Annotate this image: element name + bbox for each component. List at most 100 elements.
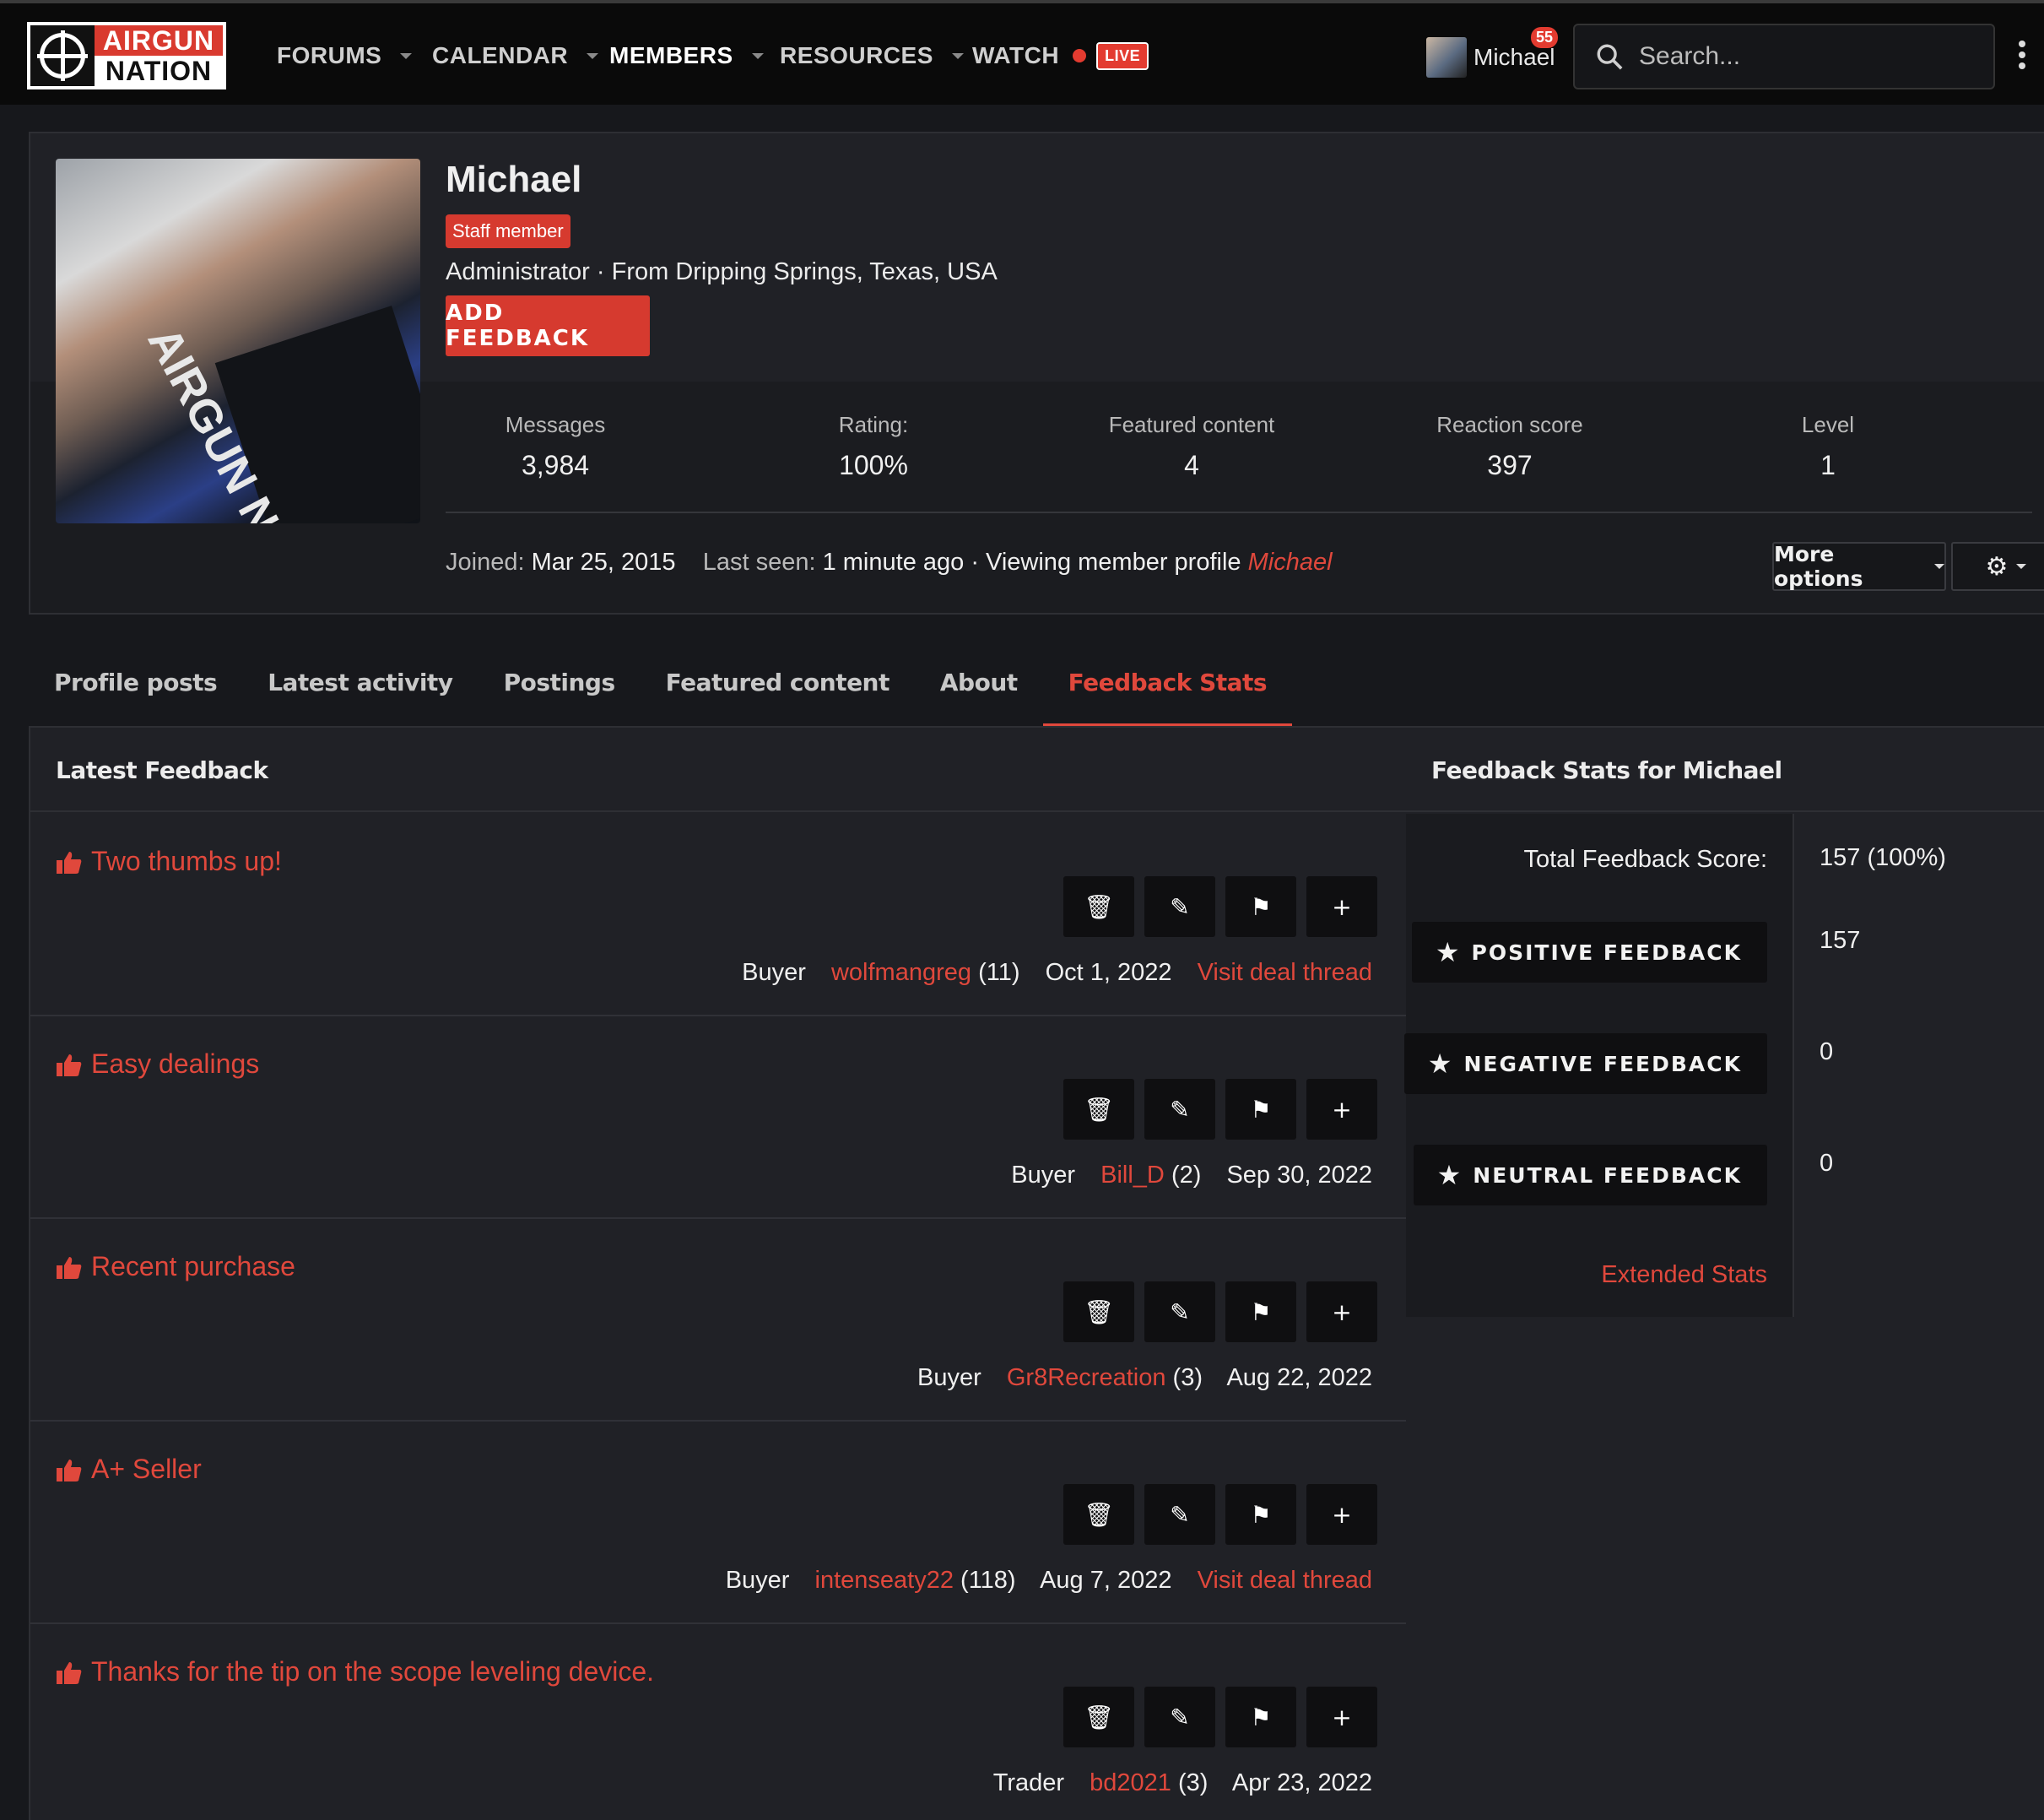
tab-postings[interactable]: Postings [479, 650, 641, 728]
tab-about[interactable]: About [915, 650, 1043, 728]
report-button[interactable]: ⚑ [1225, 1079, 1296, 1140]
profile-tabs: Profile posts Latest activity Postings F… [29, 650, 1293, 728]
more-menu-icon[interactable] [2019, 41, 2025, 69]
feedback-date: Oct 1, 2022 [1045, 959, 1172, 986]
chevron-down-icon[interactable] [587, 52, 599, 59]
neutral-feedback-button[interactable]: ★ NEUTRAL FEEDBACK [1413, 1145, 1767, 1205]
more-options-button[interactable]: More options [1772, 542, 1946, 591]
feedback-user-link[interactable]: bd2021 [1090, 1769, 1171, 1796]
edit-button[interactable]: ✎ [1144, 1281, 1215, 1342]
more-button[interactable]: + [1306, 1484, 1377, 1545]
feedback-user-count: (2) [1171, 1162, 1202, 1189]
more-button[interactable]: + [1306, 1281, 1377, 1342]
nav-calendar-label: CALENDAR [432, 42, 569, 68]
nav-forums[interactable]: FORUMS [277, 3, 413, 108]
nav-watch[interactable]: WATCH LIVE [972, 3, 1149, 108]
nav-calendar[interactable]: CALENDAR [432, 3, 599, 108]
delete-button[interactable]: 🗑 [1063, 1079, 1134, 1140]
plus-icon: + [1332, 892, 1352, 921]
report-button[interactable]: ⚑ [1225, 1484, 1296, 1545]
trash-icon: 🗑 [1084, 892, 1114, 921]
plus-icon: + [1332, 1297, 1352, 1326]
chevron-down-icon[interactable] [951, 52, 964, 59]
delete-button[interactable]: 🗑 [1063, 1687, 1134, 1747]
tab-feedback-stats[interactable]: Feedback Stats [1042, 650, 1293, 728]
feedback-role: Buyer [725, 1567, 790, 1594]
feedback-actions: 🗑 ✎ ⚑ + [1063, 876, 1377, 937]
positive-feedback-value: 157 [1820, 927, 1861, 954]
edit-button[interactable]: ✎ [1144, 1484, 1215, 1545]
positive-feedback-button[interactable]: ★ POSITIVE FEEDBACK [1411, 922, 1767, 983]
delete-button[interactable]: 🗑 [1063, 876, 1134, 937]
pencil-icon: ✎ [1170, 1095, 1190, 1124]
edit-button[interactable]: ✎ [1144, 876, 1215, 937]
stat-label: Featured content [1108, 412, 1275, 437]
feedback-title[interactable]: A+ Seller [56, 1454, 202, 1485]
pencil-icon: ✎ [1170, 892, 1190, 921]
thumbs-up-icon [56, 850, 83, 874]
feedback-title[interactable]: Thanks for the tip on the scope leveling… [56, 1656, 654, 1687]
more-button[interactable]: + [1306, 1079, 1377, 1140]
tab-profile-posts[interactable]: Profile posts [29, 650, 242, 728]
nav-resources-label: RESOURCES [780, 42, 933, 68]
profile-subline: Administrator · From Dripping Springs, T… [446, 258, 998, 285]
stat-rating: Rating: 100% [747, 412, 1000, 481]
last-seen-profile-link[interactable]: Michael [1248, 549, 1333, 576]
user-avatar [1426, 37, 1467, 78]
feedback-user-link[interactable]: intenseaty22 [815, 1567, 954, 1594]
visit-deal-thread-link[interactable]: Visit deal thread [1198, 1567, 1372, 1594]
more-button[interactable]: + [1306, 1687, 1377, 1747]
delete-button[interactable]: 🗑 [1063, 1484, 1134, 1545]
notification-badge[interactable]: 55 [1531, 27, 1559, 48]
feedback-title[interactable]: Two thumbs up! [56, 846, 282, 877]
delete-button[interactable]: 🗑 [1063, 1281, 1134, 1342]
star-icon: ★ [1435, 936, 1462, 968]
profile-name[interactable]: Michael [446, 159, 581, 201]
visit-deal-thread-link[interactable]: Visit deal thread [1198, 959, 1372, 986]
feedback-title-text: Recent purchase [91, 1251, 295, 1281]
profile-settings-button[interactable]: ⚙ [1951, 542, 2044, 591]
report-button[interactable]: ⚑ [1225, 1687, 1296, 1747]
flag-icon: ⚑ [1250, 1500, 1272, 1529]
negative-feedback-button[interactable]: ★ NEGATIVE FEEDBACK [1403, 1033, 1767, 1094]
flag-icon: ⚑ [1250, 1297, 1272, 1326]
feedback-user-link[interactable]: wolfmangreg [831, 959, 971, 986]
feedback-role: Buyer [742, 959, 806, 986]
tab-featured-content[interactable]: Featured content [641, 650, 915, 728]
site-logo[interactable]: AIRGUN NATION [27, 22, 226, 89]
feedback-user-link[interactable]: Gr8Recreation [1007, 1364, 1166, 1391]
edit-button[interactable]: ✎ [1144, 1079, 1215, 1140]
feedback-user-link[interactable]: Bill_D [1100, 1162, 1165, 1189]
pencil-icon: ✎ [1170, 1703, 1190, 1731]
stat-value: 1 [1820, 450, 1836, 480]
nav-resources[interactable]: RESOURCES [780, 3, 964, 108]
stat-featured-content[interactable]: Featured content 4 [1065, 412, 1318, 481]
search-box[interactable] [1573, 24, 1995, 89]
nav-members[interactable]: MEMBERS [609, 3, 764, 108]
top-navigation-bar: AIRGUN NATION FORUMS CALENDAR MEMBERS RE… [0, 0, 2044, 105]
neutral-feedback-value: 0 [1820, 1150, 1834, 1177]
more-button[interactable]: + [1306, 876, 1377, 937]
thumbs-up-icon [56, 1458, 83, 1481]
add-feedback-button[interactable]: ADD FEEDBACK [446, 295, 650, 356]
search-input[interactable] [1639, 42, 1976, 71]
flag-icon: ⚑ [1250, 892, 1272, 921]
more-options-label: More options [1774, 542, 1863, 591]
chevron-down-icon[interactable] [751, 52, 764, 59]
thumbs-up-icon [56, 1255, 83, 1279]
feedback-title[interactable]: Easy dealings [56, 1048, 259, 1080]
tab-latest-activity[interactable]: Latest activity [242, 650, 478, 728]
extended-stats-link[interactable]: Extended Stats [1601, 1261, 1767, 1289]
profile-stats: Messages 3,984 Rating: 100% Featured con… [446, 382, 2032, 513]
stat-reaction-score[interactable]: Reaction score 397 [1383, 412, 1636, 481]
report-button[interactable]: ⚑ [1225, 1281, 1296, 1342]
report-button[interactable]: ⚑ [1225, 876, 1296, 937]
profile-avatar[interactable]: AIRGUN NATIO [56, 159, 420, 523]
stat-messages[interactable]: Messages 3,984 [429, 412, 682, 481]
chevron-down-icon[interactable] [400, 52, 413, 59]
feedback-meta: Buyer intenseaty22 (118) Aug 7, 2022 Vis… [726, 1567, 1372, 1595]
gear-icon: ⚙ [1985, 551, 2009, 582]
latest-feedback-heading: Latest Feedback [56, 756, 268, 784]
edit-button[interactable]: ✎ [1144, 1687, 1215, 1747]
feedback-title[interactable]: Recent purchase [56, 1251, 295, 1282]
